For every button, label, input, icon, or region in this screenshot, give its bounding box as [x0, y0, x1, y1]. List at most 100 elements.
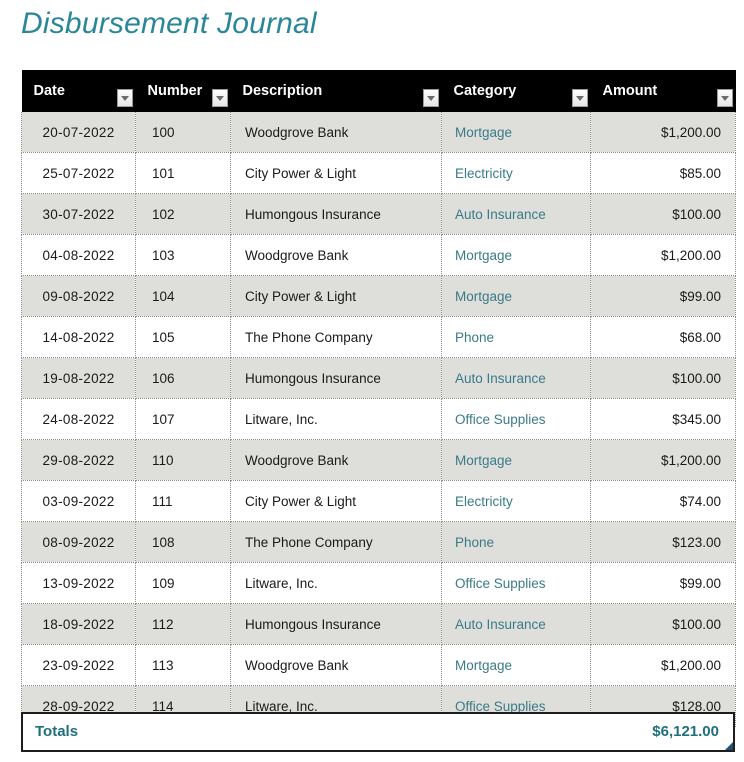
- totals-row: Totals $6,121.00: [21, 712, 735, 752]
- cell-number: 107: [135, 398, 231, 440]
- column-header-label-category: Category: [453, 83, 517, 99]
- cell-description: The Phone Company: [230, 316, 442, 358]
- cell-date: 14-08-2022: [21, 316, 136, 358]
- cell-date: 25-07-2022: [21, 152, 136, 194]
- table-row[interactable]: 29-08-2022 110 Woodgrove Bank Mortgage $1,20…: [21, 439, 736, 481]
- cell-number: 106: [135, 357, 231, 399]
- page-title: Disbursement Journal: [21, 7, 317, 40]
- cell-description: City Power & Light: [230, 152, 442, 194]
- column-header-description: Description: [230, 70, 442, 112]
- cell-amount: $100.00: [590, 193, 736, 235]
- totals-amount: $6,121.00: [652, 723, 719, 740]
- cell-description: Humongous Insurance: [230, 357, 442, 399]
- table-row[interactable]: 20-07-2022 100 Woodgrove Bank Mortgage $1,20…: [21, 112, 736, 153]
- cell-category: Mortgage: [441, 644, 591, 686]
- cell-category: Mortgage: [441, 112, 591, 153]
- cell-category: Electricity: [441, 152, 591, 194]
- cell-category: Mortgage: [441, 234, 591, 276]
- table-row[interactable]: 14-08-2022 105 The Phone Company Phone $68.0…: [21, 316, 736, 358]
- cell-date: 09-08-2022: [21, 275, 136, 317]
- cell-category: Mortgage: [441, 439, 591, 481]
- cell-description: Litware, Inc.: [230, 398, 442, 440]
- cell-category: Auto Insurance: [441, 193, 591, 235]
- cell-amount: $85.00: [590, 152, 736, 194]
- column-header-date: Date: [21, 70, 136, 112]
- cell-number: 111: [135, 480, 231, 522]
- cell-number: 104: [135, 275, 231, 317]
- disbursement-journal-page: Disbursement Journal Date Number Descripti…: [0, 0, 744, 762]
- cell-date: 23-09-2022: [21, 644, 136, 686]
- cell-amount: $1,200.00: [590, 439, 736, 481]
- table-row[interactable]: 04-08-2022 103 Woodgrove Bank Mortgage $1,20…: [21, 234, 736, 276]
- column-header-category: Category: [441, 70, 591, 112]
- filter-dropdown-icon-description[interactable]: [422, 89, 439, 107]
- table-row[interactable]: 24-08-2022 107 Litware, Inc. Office Supplie…: [21, 398, 736, 440]
- table-row[interactable]: 13-09-2022 109 Litware, Inc. Office Supplie…: [21, 562, 736, 604]
- filter-dropdown-icon-amount[interactable]: [716, 89, 733, 107]
- filter-dropdown-icon-number[interactable]: [211, 89, 228, 107]
- cell-category: Phone: [441, 521, 591, 563]
- column-header-label-description: Description: [242, 83, 323, 99]
- table-row[interactable]: 18-09-2022 112 Humongous Insurance Auto Ins…: [21, 603, 736, 645]
- cell-description: Litware, Inc.: [230, 562, 442, 604]
- filter-dropdown-icon-date[interactable]: [116, 89, 133, 107]
- cell-amount: $100.00: [590, 603, 736, 645]
- cell-date: 19-08-2022: [21, 357, 136, 399]
- cell-date: 18-09-2022: [21, 603, 136, 645]
- cell-number: 109: [135, 562, 231, 604]
- filter-dropdown-icon-category[interactable]: [571, 89, 588, 107]
- cell-number: 112: [135, 603, 231, 645]
- cell-amount: $68.00: [590, 316, 736, 358]
- cell-amount: $99.00: [590, 275, 736, 317]
- cell-number: 100: [135, 112, 231, 153]
- table-body: 20-07-2022 100 Woodgrove Bank Mortgage $1,20…: [21, 112, 736, 727]
- cell-description: Woodgrove Bank: [230, 439, 442, 481]
- cell-category: Auto Insurance: [441, 357, 591, 399]
- cell-description: City Power & Light: [230, 480, 442, 522]
- cell-date: 29-08-2022: [21, 439, 136, 481]
- cell-amount: $345.00: [590, 398, 736, 440]
- table-row[interactable]: 23-09-2022 113 Woodgrove Bank Mortgage $1,20…: [21, 644, 736, 686]
- totals-label: Totals: [35, 723, 79, 740]
- cell-category: Auto Insurance: [441, 603, 591, 645]
- cell-category: Phone: [441, 316, 591, 358]
- cell-category: Office Supplies: [441, 398, 591, 440]
- cell-category: Electricity: [441, 480, 591, 522]
- cell-date: 04-08-2022: [21, 234, 136, 276]
- table-row[interactable]: 08-09-2022 108 The Phone Company Phone $123.…: [21, 521, 736, 563]
- table-row[interactable]: 19-08-2022 106 Humongous Insurance Auto Ins…: [21, 357, 736, 399]
- cell-date: 24-08-2022: [21, 398, 136, 440]
- cell-description: Humongous Insurance: [230, 603, 442, 645]
- column-header-amount: Amount: [590, 70, 736, 112]
- cell-amount: $1,200.00: [590, 644, 736, 686]
- column-header-number: Number: [135, 70, 231, 112]
- cell-amount: $1,200.00: [590, 112, 736, 153]
- cell-date: 03-09-2022: [21, 480, 136, 522]
- cell-category: Mortgage: [441, 275, 591, 317]
- table-row[interactable]: 25-07-2022 101 City Power & Light Electrici…: [21, 152, 736, 194]
- cell-date: 20-07-2022: [21, 112, 136, 153]
- table-header: Date Number Description Category Amount: [21, 70, 736, 112]
- cell-number: 103: [135, 234, 231, 276]
- journal-table-container: Date Number Description Category Amount 20-0…: [21, 70, 736, 727]
- cell-date: 13-09-2022: [21, 562, 136, 604]
- resize-handle-icon[interactable]: [725, 742, 733, 750]
- cell-amount: $74.00: [590, 480, 736, 522]
- table-row[interactable]: 30-07-2022 102 Humongous Insurance Auto Ins…: [21, 193, 736, 235]
- table-row[interactable]: 03-09-2022 111 City Power & Light Electrici…: [21, 480, 736, 522]
- cell-description: The Phone Company: [230, 521, 442, 563]
- cell-number: 105: [135, 316, 231, 358]
- cell-description: Woodgrove Bank: [230, 112, 442, 153]
- header-row: Date Number Description Category Amount: [21, 70, 736, 112]
- cell-amount: $100.00: [590, 357, 736, 399]
- cell-amount: $99.00: [590, 562, 736, 604]
- cell-number: 110: [135, 439, 231, 481]
- column-header-label-amount: Amount: [602, 83, 658, 99]
- totals-inner: Totals $6,121.00: [23, 714, 733, 750]
- cell-amount: $1,200.00: [590, 234, 736, 276]
- cell-date: 08-09-2022: [21, 521, 136, 563]
- cell-description: City Power & Light: [230, 275, 442, 317]
- cell-category: Office Supplies: [441, 562, 591, 604]
- cell-amount: $123.00: [590, 521, 736, 563]
- table-row[interactable]: 09-08-2022 104 City Power & Light Mortgage $…: [21, 275, 736, 317]
